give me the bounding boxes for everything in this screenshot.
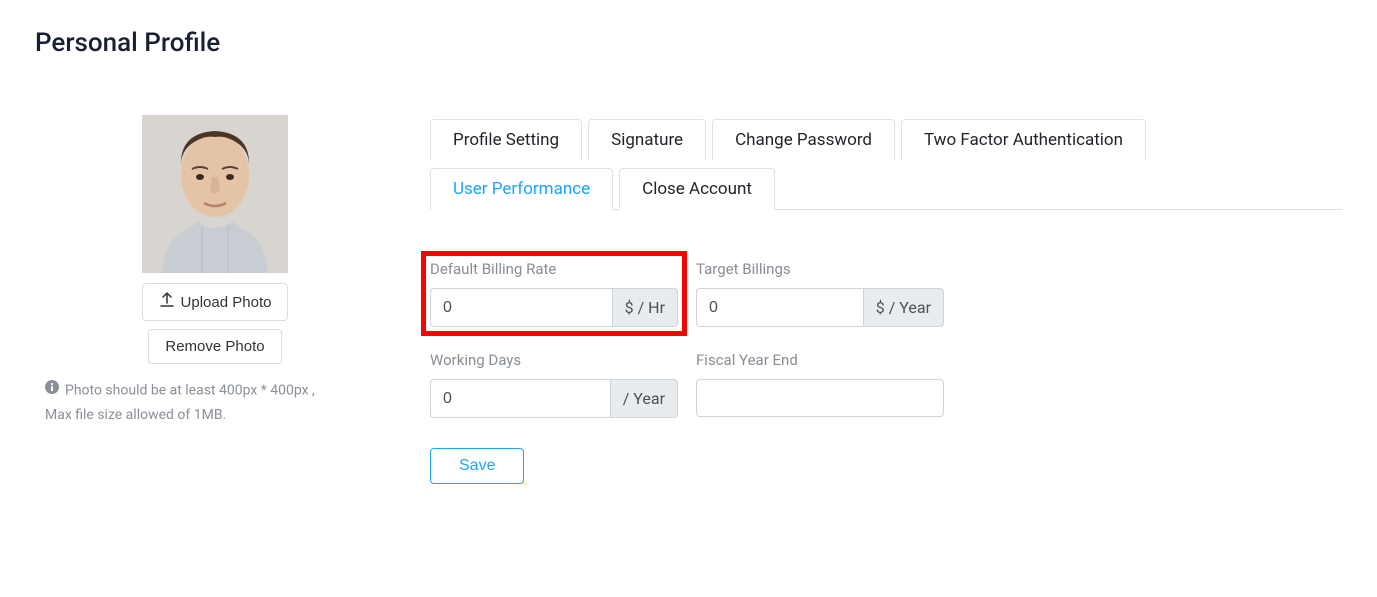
tab-close-account[interactable]: Close Account (619, 168, 775, 210)
remove-photo-button[interactable]: Remove Photo (148, 329, 281, 364)
remove-photo-label: Remove Photo (165, 338, 264, 355)
label-default-billing-rate: Default Billing Rate (430, 260, 678, 278)
field-fiscal-year-end: Fiscal Year End (696, 351, 944, 418)
input-fiscal-year-end[interactable] (696, 379, 944, 417)
input-default-billing-rate[interactable] (430, 288, 612, 327)
upload-icon (159, 292, 175, 312)
field-working-days: Working Days / Year (430, 351, 678, 418)
input-working-days[interactable] (430, 379, 610, 418)
field-default-billing-rate: Default Billing Rate $ / Hr (430, 260, 678, 327)
tab-signature[interactable]: Signature (588, 119, 706, 160)
profile-tabs: Profile Setting Signature Change Passwor… (430, 118, 1342, 210)
upload-photo-label: Upload Photo (181, 294, 272, 311)
unit-target-billings: $ / Year (863, 288, 944, 327)
upload-photo-button[interactable]: Upload Photo (142, 283, 289, 321)
unit-working-days: / Year (610, 379, 678, 418)
tab-two-factor-authentication[interactable]: Two Factor Authentication (901, 119, 1146, 160)
avatar (142, 115, 288, 273)
unit-default-billing-rate: $ / Hr (612, 288, 678, 327)
tab-change-password[interactable]: Change Password (712, 119, 895, 160)
field-target-billings: Target Billings $ / Year (696, 260, 944, 327)
photo-hint-line1: Photo should be at least 400px * 400px , (65, 382, 315, 398)
label-working-days: Working Days (430, 351, 678, 369)
save-button[interactable]: Save (430, 448, 524, 484)
user-performance-form: Default Billing Rate $ / Hr Target Billi… (430, 260, 990, 418)
profile-main: Profile Setting Signature Change Passwor… (430, 118, 1342, 484)
tab-user-performance[interactable]: User Performance (430, 168, 613, 210)
label-target-billings: Target Billings (696, 260, 944, 278)
info-icon (45, 378, 59, 403)
input-target-billings[interactable] (696, 288, 863, 327)
profile-photo-panel: Upload Photo Remove Photo Photo should b… (45, 115, 385, 429)
label-fiscal-year-end: Fiscal Year End (696, 351, 944, 369)
photo-hint: Photo should be at least 400px * 400px ,… (45, 378, 385, 429)
tab-profile-setting[interactable]: Profile Setting (430, 119, 582, 160)
page-title: Personal Profile (35, 28, 220, 58)
photo-hint-line2: Max file size allowed of 1MB. (45, 407, 226, 423)
